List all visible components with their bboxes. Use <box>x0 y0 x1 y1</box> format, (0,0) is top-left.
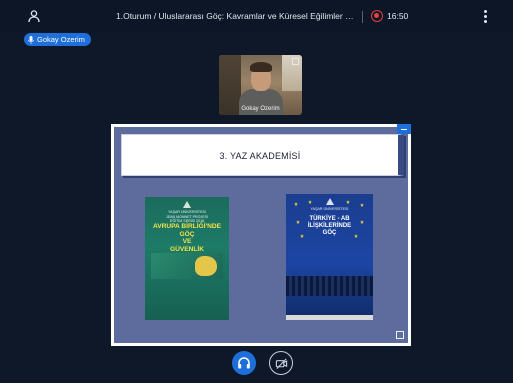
webcam-thumbnail[interactable]: Gokay Ozerim <box>219 55 302 115</box>
top-bar: 1.Oturum / Uluslararası Göç: Kavramlar v… <box>0 0 513 32</box>
minimize-presentation-button[interactable] <box>397 124 411 134</box>
university-logo-icon <box>183 201 191 208</box>
user-icon[interactable] <box>27 9 41 23</box>
audio-button[interactable] <box>232 351 256 375</box>
presentation-slide: 3. YAZ AKADEMİSİ YAŞAR ÜNİVERSİTESİ JEAN… <box>114 127 408 343</box>
poster-right-image <box>286 276 373 296</box>
video-conference-app: 1.Oturum / Uluslararası Göç: Kavramlar v… <box>0 0 513 383</box>
fullscreen-icon[interactable] <box>292 58 299 65</box>
slide-title: 3. YAZ AKADEMİSİ <box>219 151 301 161</box>
europe-map-shape <box>195 256 217 276</box>
camera-off-icon <box>275 358 288 369</box>
poster-right-top-text: YAŞAR ÜNİVERSİTESİ <box>310 207 349 211</box>
poster-right: YAŞAR ÜNİVERSİTESİ TÜRKİYE - AB İLİŞKİLE… <box>286 194 373 320</box>
video-button[interactable] <box>269 351 293 375</box>
recording-time: 16:50 <box>387 11 409 21</box>
presenter-name: Gokay Ozerim <box>37 35 85 44</box>
divider <box>362 11 363 23</box>
poster-left-top-text: YAŞAR ÜNİVERSİTESİ JEAN MONNET PROJESİ E… <box>165 210 209 223</box>
headphones-icon <box>238 357 250 369</box>
poster-left-map <box>151 253 223 279</box>
presentation-area: 3. YAZ AKADEMİSİ YAŞAR ÜNİVERSİTESİ JEAN… <box>111 124 411 346</box>
webcam-label: Gokay Ozerim <box>241 106 280 112</box>
poster-left-heading: AVRUPA BİRLİĞİ'NDE GÖÇ VE GÜVENLİK <box>152 223 222 253</box>
meeting-title: 1.Oturum / Uluslararası Göç: Kavramlar v… <box>116 11 356 21</box>
webcam-person-hair <box>250 62 272 72</box>
poster-right-footer <box>286 315 373 320</box>
fullscreen-icon[interactable] <box>396 331 404 339</box>
microphone-icon <box>28 35 34 44</box>
presenter-indicator: Gokay Ozerim <box>24 33 91 46</box>
record-icon[interactable] <box>371 10 383 22</box>
poster-left: YAŞAR ÜNİVERSİTESİ JEAN MONNET PROJESİ E… <box>145 197 229 320</box>
kebab-menu-icon[interactable] <box>484 10 488 24</box>
poster-right-heading: TÜRKİYE - AB İLİŞKİLERİNDE GÖÇ <box>307 216 352 236</box>
slide-title-box: 3. YAZ AKADEMİSİ <box>121 134 404 176</box>
